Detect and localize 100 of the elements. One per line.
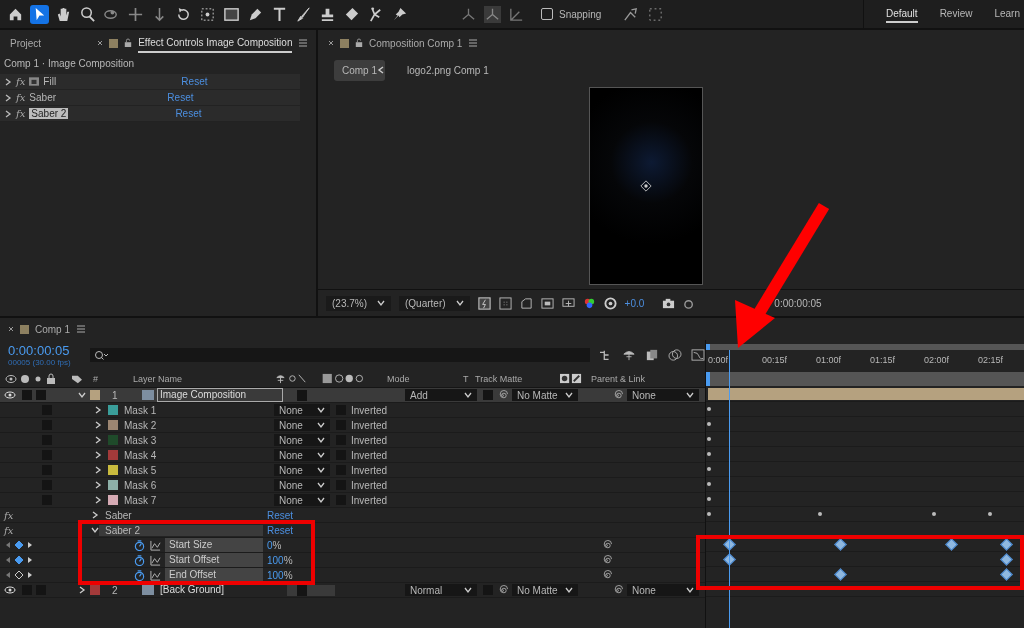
panel-tab[interactable]: Composition Comp 1 xyxy=(369,37,463,49)
exposure-icon[interactable] xyxy=(603,296,617,310)
eye-icon[interactable] xyxy=(4,391,16,399)
keyframe-dot[interactable] xyxy=(707,482,712,486)
menu-icon[interactable] xyxy=(298,38,309,48)
mask-color-swatch[interactable] xyxy=(108,495,118,505)
keyframe-dot[interactable] xyxy=(932,512,937,516)
effect-row[interactable]: fx Saber 2 Reset xyxy=(0,106,300,122)
chevron-right-icon[interactable] xyxy=(91,511,99,519)
timecode[interactable]: 0:00:00:05 xyxy=(774,297,822,309)
reset-link[interactable]: Reset xyxy=(175,108,202,119)
pickwhip-icon[interactable] xyxy=(497,584,508,596)
keyframe-navigator-icon[interactable] xyxy=(4,570,34,580)
switch-cell[interactable] xyxy=(483,390,493,400)
snapping-checkbox[interactable] xyxy=(541,8,553,20)
chevron-down-icon[interactable] xyxy=(78,391,86,399)
keyframe-dot[interactable] xyxy=(707,422,712,426)
exposure-value[interactable]: +0.0 xyxy=(624,297,645,309)
layer-row[interactable]: 1 Image Composition Add No Matte None xyxy=(0,388,705,403)
workspace-tab[interactable]: Learn xyxy=(994,5,1020,23)
mask-color-swatch[interactable] xyxy=(108,435,118,445)
label-swatch[interactable] xyxy=(90,585,100,595)
reset-link[interactable]: Reset xyxy=(267,524,294,536)
close-icon[interactable] xyxy=(8,326,14,332)
keyframe-dot[interactable] xyxy=(707,407,712,411)
mask-mode-dropdown[interactable]: None xyxy=(274,419,330,431)
layer-name-field[interactable]: [Back Ground] xyxy=(157,583,283,597)
menu-icon[interactable] xyxy=(468,38,479,48)
panel-tab[interactable]: Comp 1 xyxy=(35,323,70,335)
pickwhip-icon[interactable] xyxy=(601,554,612,566)
mask-color-swatch[interactable] xyxy=(108,450,118,460)
current-time[interactable]: 0:00:00:05 xyxy=(8,343,84,358)
pickwhip-icon[interactable] xyxy=(497,389,508,401)
motion-blur-icon[interactable] xyxy=(668,349,682,361)
mask-mode-dropdown[interactable]: None xyxy=(274,449,330,461)
region-icon[interactable] xyxy=(540,296,554,310)
column-header[interactable]: Layer Name xyxy=(133,373,271,384)
stopwatch-icon[interactable] xyxy=(134,539,145,551)
track-matte-dropdown[interactable]: No Matte xyxy=(512,389,578,401)
keyframe-navigator-icon[interactable] xyxy=(4,555,34,565)
keyframe-dot[interactable] xyxy=(707,467,712,471)
property-value[interactable]: 100% xyxy=(263,569,601,581)
effect-row[interactable]: fx Fill Reset xyxy=(0,74,300,90)
graph-editor-icon[interactable] xyxy=(691,349,705,361)
reset-link[interactable]: Reset xyxy=(181,76,208,87)
time-ruler[interactable]: 0:00f 00:15f 01:00f 01:15f 02:00f 02:15f xyxy=(706,350,1024,370)
switch-cell[interactable] xyxy=(36,390,46,400)
axis-icon[interactable] xyxy=(483,4,502,24)
grid-icon[interactable] xyxy=(498,296,512,310)
fast-preview-icon[interactable] xyxy=(477,296,491,310)
menu-icon[interactable] xyxy=(76,324,86,334)
parent-dropdown[interactable]: None xyxy=(627,389,699,401)
camera-icon[interactable] xyxy=(662,296,676,310)
keyframe-dot[interactable] xyxy=(707,452,712,456)
color-channels-icon[interactable] xyxy=(582,296,596,310)
reset-link[interactable]: Reset xyxy=(267,509,294,521)
pickwhip-icon[interactable] xyxy=(601,539,612,551)
keyframe-dot[interactable] xyxy=(707,497,712,501)
frame-blend-icon[interactable] xyxy=(645,349,659,361)
mask-mode-dropdown[interactable]: None xyxy=(274,404,330,416)
zoom-dropdown[interactable]: (23.7%) xyxy=(326,295,391,311)
graph-icon[interactable] xyxy=(150,569,161,581)
pickwhip-icon[interactable] xyxy=(612,389,623,401)
transparency-grid-icon[interactable] xyxy=(561,296,575,310)
keyframe-dot[interactable] xyxy=(707,512,712,516)
close-icon[interactable] xyxy=(97,40,104,46)
track-matte-dropdown[interactable]: No Matte xyxy=(512,584,578,596)
mode-dropdown[interactable]: Normal xyxy=(405,584,477,596)
mask-color-swatch[interactable] xyxy=(108,465,118,475)
keyframe-dot[interactable] xyxy=(818,512,823,516)
workspace-tab[interactable]: Review xyxy=(939,5,973,23)
panel-tab[interactable]: Project xyxy=(10,37,42,49)
mode-dropdown[interactable]: Add xyxy=(405,389,477,401)
eye-icon[interactable] xyxy=(4,586,16,594)
anchor-point-icon[interactable] xyxy=(640,180,652,192)
search-field[interactable] xyxy=(90,348,590,362)
keyframe-dot[interactable] xyxy=(987,512,992,516)
chevron-down-icon[interactable] xyxy=(91,526,99,534)
mask-color-swatch[interactable] xyxy=(108,420,118,430)
mask-mode-dropdown[interactable]: None xyxy=(274,479,330,491)
mask-color-swatch[interactable] xyxy=(108,405,118,415)
keyframe-dot[interactable] xyxy=(707,437,712,441)
mask-color-swatch[interactable] xyxy=(108,480,118,490)
layer-row[interactable]: 2 [Back Ground] Normal No Matte None xyxy=(0,583,705,598)
search-icon[interactable] xyxy=(78,4,97,24)
parent-dropdown[interactable]: None xyxy=(627,584,699,596)
breadcrumb[interactable]: logo2.png Comp 1 xyxy=(399,59,497,81)
reset-link[interactable]: Reset xyxy=(167,92,194,103)
mask-path-icon[interactable] xyxy=(519,296,533,310)
workspace-tab[interactable]: Default xyxy=(885,5,918,23)
breadcrumb[interactable]: Comp 1 xyxy=(334,59,385,81)
mask-mode-dropdown[interactable]: None xyxy=(274,464,330,476)
property-value[interactable]: 0% xyxy=(263,539,601,551)
mask-mode-dropdown[interactable]: None xyxy=(274,434,330,446)
pickwhip-icon[interactable] xyxy=(612,584,623,596)
label-swatch[interactable] xyxy=(90,390,100,400)
shy-icon[interactable] xyxy=(622,349,636,361)
pickwhip-icon[interactable] xyxy=(601,569,612,581)
stopwatch-icon[interactable] xyxy=(134,569,145,581)
lock-icon[interactable] xyxy=(124,38,133,48)
